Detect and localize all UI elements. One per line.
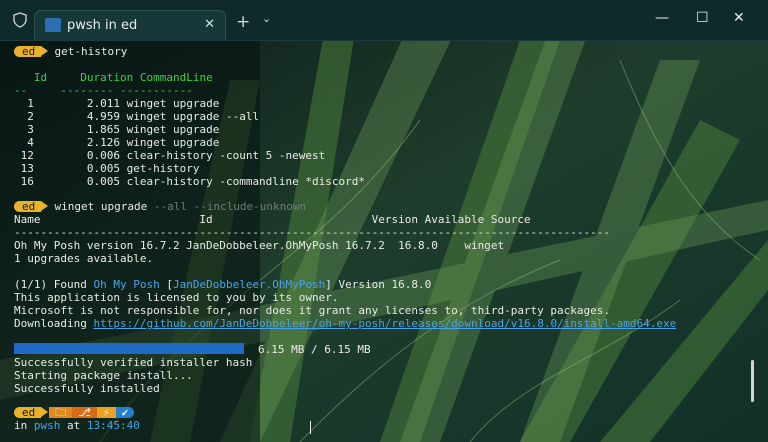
cell-duration: 2.011 bbox=[86, 97, 120, 110]
cell-id: 4 bbox=[27, 136, 34, 149]
table-header: Name Id Version Available Source bbox=[14, 213, 531, 226]
folder-icon: 🗀 bbox=[49, 407, 73, 418]
package-version: Version 16.8.0 bbox=[331, 278, 432, 291]
cell-id: 2 bbox=[27, 110, 34, 123]
col-duration: Duration bbox=[80, 71, 134, 84]
cell-duration: 0.006 bbox=[86, 149, 120, 162]
command-text: winget upgrade bbox=[54, 200, 148, 213]
history-header: Id Duration CommandLine bbox=[14, 71, 213, 84]
cell-commandline: clear-history -commandline *discord* bbox=[126, 175, 366, 188]
lightning-icon: ⚡ bbox=[96, 407, 116, 418]
cell-commandline: get-history bbox=[126, 162, 200, 175]
cell-id: 16 bbox=[20, 175, 34, 188]
bracket-close: ] bbox=[325, 278, 332, 291]
new-tab-button[interactable]: + bbox=[236, 12, 250, 32]
status-at: at bbox=[60, 419, 87, 432]
status-in: in bbox=[14, 419, 34, 432]
verified-line: Successfully verified installer hash bbox=[14, 356, 253, 369]
chevron-down-icon[interactable]: ⌄ bbox=[262, 12, 271, 25]
progress-line: 6.15 MB / 6.15 MB bbox=[14, 343, 371, 356]
found-prefix: (1/1) Found bbox=[14, 278, 94, 291]
shell-name: pwsh bbox=[33, 419, 61, 432]
cell-commandline: clear-history -count 5 -newest bbox=[126, 149, 326, 162]
cell-duration: 1.865 bbox=[86, 123, 120, 136]
status-line: in pwsh at 13:45:40 bbox=[14, 419, 140, 432]
downloading-label: Downloading bbox=[14, 317, 94, 330]
history-row: 12 0.006 clear-history -count 5 -newest bbox=[14, 149, 326, 162]
command-args: --all --include-unknown bbox=[153, 200, 307, 213]
table-row: Oh My Posh version 16.7.2 JanDeDobbeleer… bbox=[14, 239, 505, 252]
history-row: 1 2.011 winget upgrade bbox=[14, 97, 219, 110]
text-cursor bbox=[310, 421, 311, 434]
upgrades-available: 1 upgrades available. bbox=[14, 252, 154, 265]
cell-duration: 4.959 bbox=[86, 110, 120, 123]
downloading-line: Downloading https://github.com/JanDeDobb… bbox=[14, 317, 676, 330]
close-tab-icon[interactable]: ✕ bbox=[204, 17, 215, 32]
download-progress-bar bbox=[14, 343, 244, 354]
history-row: 13 0.005 get-history bbox=[14, 162, 200, 175]
package-name: Oh My Posh bbox=[93, 278, 160, 291]
history-row: 4 2.126 winget upgrade bbox=[14, 136, 219, 149]
cell-id: 3 bbox=[27, 123, 34, 136]
package-id: JanDeDobbeleer.OhMyPosh bbox=[172, 278, 326, 291]
tab-title: pwsh in ed bbox=[67, 18, 138, 33]
scrollbar[interactable] bbox=[751, 360, 754, 402]
shield-icon bbox=[13, 12, 27, 28]
found-line: (1/1) Found Oh My Posh [JanDeDobbeleer.O… bbox=[14, 278, 431, 291]
col-id: Id bbox=[33, 71, 48, 84]
cell-duration: 2.126 bbox=[86, 136, 120, 149]
progress-text: 6.15 MB / 6.15 MB bbox=[258, 343, 371, 356]
cell-commandline: winget upgrade bbox=[126, 97, 220, 110]
status-time: 13:45:40 bbox=[86, 419, 140, 432]
cell-commandline: winget upgrade --all bbox=[126, 110, 260, 123]
prompt-badge: ed bbox=[14, 407, 49, 418]
disclaimer-line: Microsoft is not responsible for, nor do… bbox=[14, 304, 611, 317]
bracket-open: [ bbox=[159, 278, 173, 291]
terminal-output[interactable]: ed get-history Id Duration CommandLine -… bbox=[14, 42, 754, 438]
powershell-icon bbox=[45, 18, 61, 32]
history-separator: -- -------- ----------- bbox=[14, 84, 193, 97]
starting-line: Starting package install... bbox=[14, 369, 193, 382]
cell-commandline: winget upgrade bbox=[126, 123, 220, 136]
cell-duration: 0.005 bbox=[86, 162, 120, 175]
close-window-button[interactable]: ✕ bbox=[733, 10, 745, 26]
history-row: 16 0.005 clear-history -commandline *dis… bbox=[14, 175, 365, 188]
title-bar: pwsh in ed ✕ + ⌄ — ☐ ✕ bbox=[0, 0, 768, 41]
cell-id: 12 bbox=[20, 149, 34, 162]
command-text: get-history bbox=[54, 45, 128, 58]
prompt-line-3: ed 🗀 ⎇ ⚡ ✔ bbox=[14, 406, 135, 419]
history-row: 2 4.959 winget upgrade --all bbox=[14, 110, 259, 123]
tab-pwsh[interactable]: pwsh in ed ✕ bbox=[34, 10, 226, 40]
prompt-badge: ed bbox=[14, 201, 49, 212]
prompt-badge: ed bbox=[14, 46, 49, 57]
license-line: This application is licensed to you by i… bbox=[14, 291, 339, 304]
installed-line: Successfully installed bbox=[14, 382, 160, 395]
prompt-line-2: ed winget upgrade --all --include-unknow… bbox=[14, 200, 306, 213]
table-separator: ----------------------------------------… bbox=[14, 226, 611, 239]
cell-id: 1 bbox=[27, 97, 34, 110]
check-icon: ✔ bbox=[115, 407, 135, 418]
cell-id: 13 bbox=[20, 162, 34, 175]
minimize-button[interactable]: — bbox=[655, 10, 669, 26]
cell-duration: 0.005 bbox=[86, 175, 120, 188]
git-icon: ⎇ bbox=[72, 407, 97, 418]
history-row: 3 1.865 winget upgrade bbox=[14, 123, 219, 136]
download-url-link[interactable]: https://github.com/JanDeDobbeleer/oh-my-… bbox=[93, 317, 676, 330]
cell-commandline: winget upgrade bbox=[126, 136, 220, 149]
prompt-line-1: ed get-history bbox=[14, 45, 127, 58]
maximize-button[interactable]: ☐ bbox=[696, 10, 709, 26]
col-commandline: CommandLine bbox=[139, 71, 213, 84]
